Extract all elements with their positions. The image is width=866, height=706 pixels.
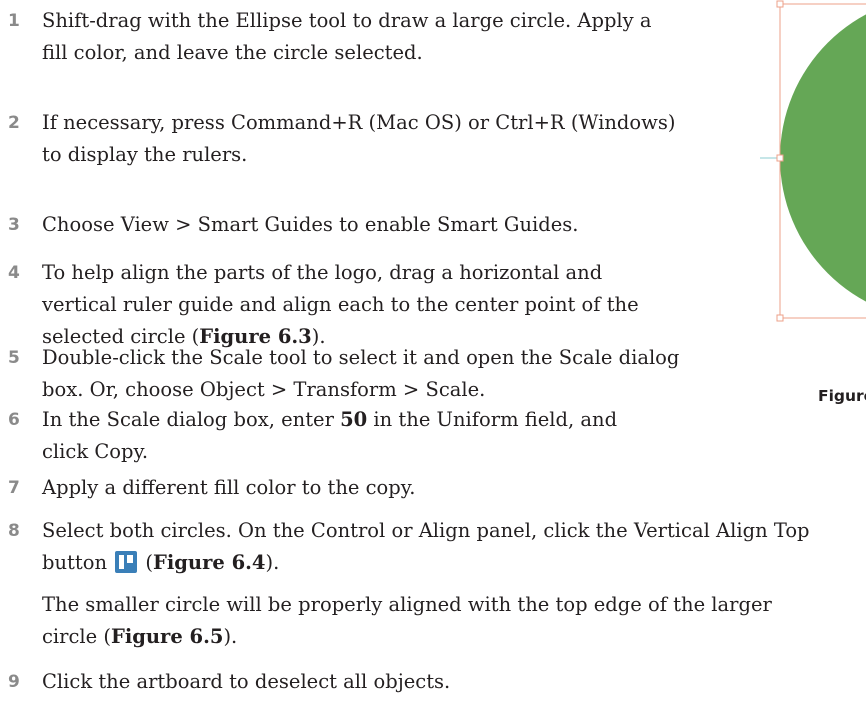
selection-handle: [776, 154, 784, 162]
large-circle: [780, 14, 866, 302]
figure-caption: Figure 6: [818, 387, 866, 405]
step-text: Choose View > Smart Guides to enable Sma…: [42, 213, 579, 236]
step-text: Click the artboard to deselect all objec…: [42, 670, 451, 693]
figure-svg: [760, 0, 866, 322]
vertical-align-top-icon: [115, 551, 138, 573]
step-text: If necessary, press Command+R (Mac OS) o…: [42, 111, 676, 166]
step-text: In the Scale dialog box, enter 50 in the…: [42, 408, 618, 463]
step-text: Select both circles. On the Control or A…: [42, 519, 810, 648]
figure-illustration: [760, 0, 866, 340]
step-number: 5: [8, 348, 20, 368]
step-number: 6: [8, 410, 20, 430]
selection-handle: [776, 0, 784, 8]
step-text: Shift-drag with the Ellipse tool to draw…: [42, 9, 652, 64]
step-text: To help align the parts of the logo, dra…: [42, 261, 639, 348]
step-number: 9: [8, 672, 20, 692]
step-text: Apply a different fill color to the copy…: [42, 476, 416, 499]
step-number: 1: [8, 11, 20, 31]
selection-handle: [776, 314, 784, 322]
step-number: 3: [8, 215, 20, 235]
step-number: 8: [8, 521, 20, 541]
step-text: Double-click the Scale tool to select it…: [42, 346, 680, 401]
step-number: 2: [8, 113, 20, 133]
step-number: 4: [8, 263, 20, 283]
step-number: 7: [8, 478, 20, 498]
